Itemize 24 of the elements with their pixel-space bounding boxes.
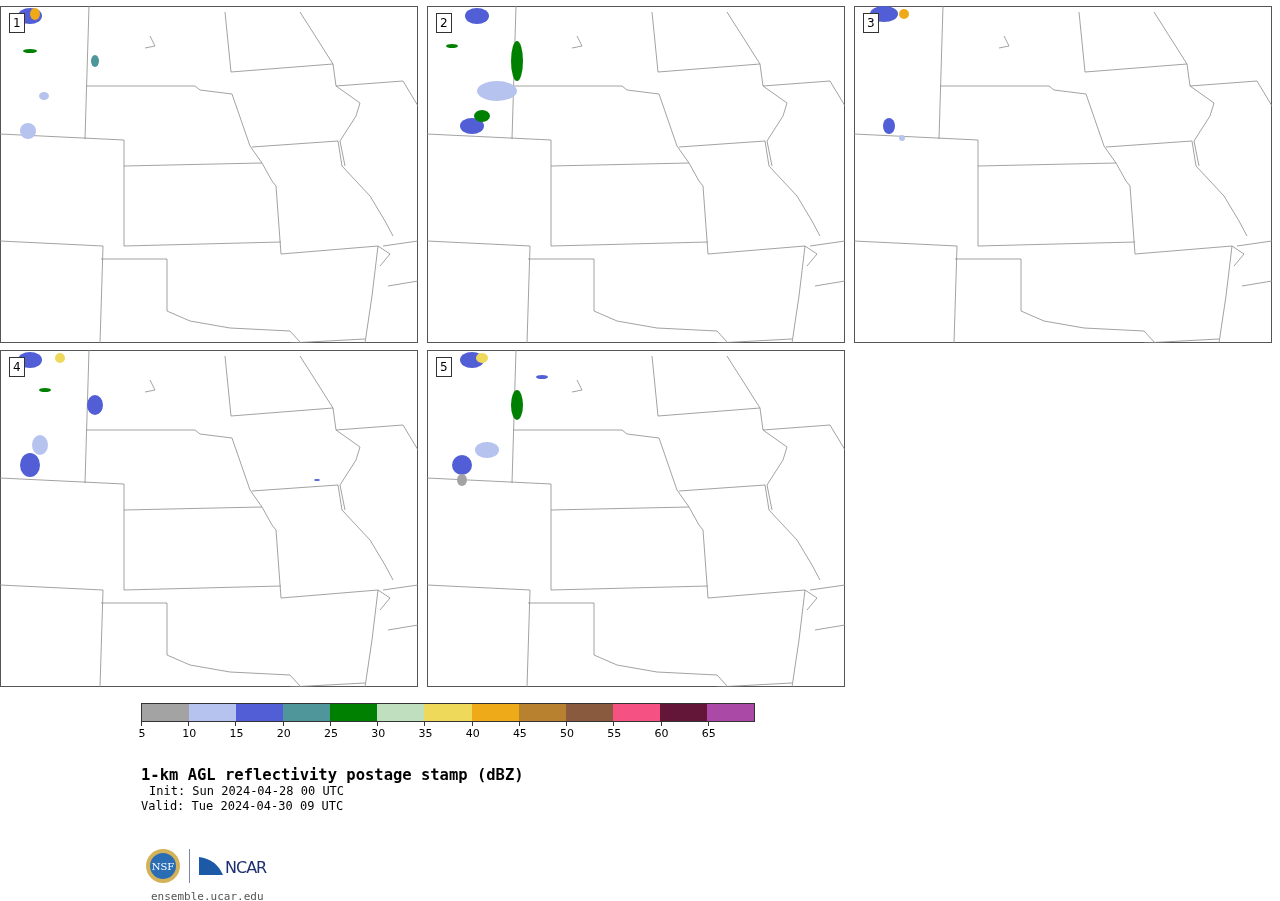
tick-label: 20	[276, 727, 291, 740]
tick-label: 15	[229, 727, 244, 740]
tick-label: 50	[560, 727, 575, 740]
tick-label: 30	[371, 727, 386, 740]
panel-number: 1	[9, 13, 25, 33]
tick-label: 35	[418, 727, 433, 740]
tick-label: 65	[701, 727, 716, 740]
init-time: Init: Sun 2024-04-28 00 UTC	[148, 784, 346, 799]
tick-label: 40	[465, 727, 480, 740]
valid-time: Valid: Tue 2024-04-30 09 UTC	[141, 799, 345, 814]
ncar-logo: NCAR	[198, 856, 267, 876]
tick-label: 5	[138, 727, 146, 740]
tick-label: 25	[323, 727, 338, 740]
panel-number: 5	[436, 357, 452, 377]
site-url: ensemble.ucar.edu	[150, 890, 265, 901]
tick-label: 55	[607, 727, 622, 740]
chart-title: 1-km AGL reflectivity postage stamp (dBZ)	[141, 766, 525, 784]
tick-label: 60	[654, 727, 669, 740]
panel-number: 4	[9, 357, 25, 377]
panel-number: 3	[863, 13, 879, 33]
panel-number: 2	[436, 13, 452, 33]
tick-label: 45	[512, 727, 527, 740]
nsf-logo: NSF	[145, 848, 181, 884]
tick-label: 10	[182, 727, 197, 740]
